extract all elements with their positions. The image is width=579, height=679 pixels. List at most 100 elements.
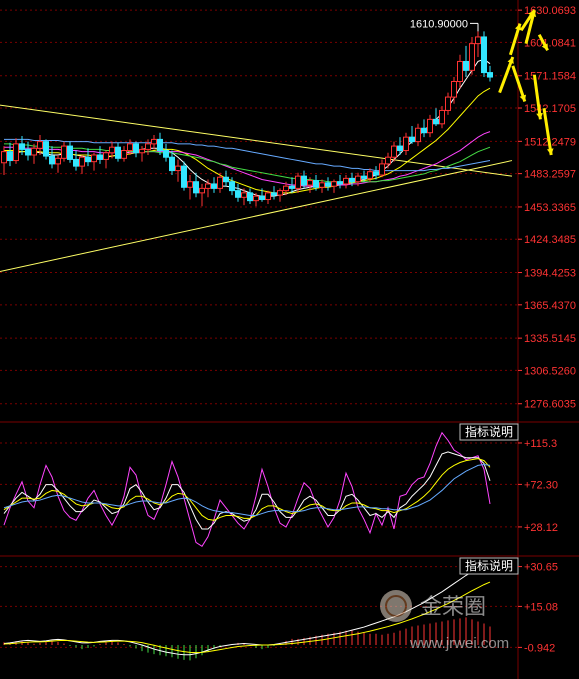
candle-up xyxy=(1,151,7,164)
candle-down xyxy=(67,145,73,160)
candle-down xyxy=(163,150,169,158)
candle-up xyxy=(445,96,451,111)
candle-up xyxy=(283,185,289,192)
candle-up xyxy=(319,182,325,188)
candle-down xyxy=(481,36,487,74)
indicator2-hint: 指标说明 xyxy=(465,558,513,573)
candle-down xyxy=(289,185,295,189)
y-tick-label: 1542.1705 xyxy=(524,103,576,115)
indicator1-line xyxy=(3,463,491,516)
indicator1-hint: 指标说明 xyxy=(465,424,513,439)
candle-up xyxy=(403,136,409,152)
candle-up xyxy=(415,127,421,143)
candle-up xyxy=(265,192,271,201)
price-axis: 1630.06931601.08411571.15841542.17051512… xyxy=(518,5,576,654)
candle-down xyxy=(7,151,13,162)
candle-down xyxy=(421,127,427,134)
candle-up xyxy=(367,171,373,179)
candle-up xyxy=(307,180,313,186)
candle-up xyxy=(427,118,433,134)
watermark-url: www.jrwei.com xyxy=(409,635,509,652)
price-panel: 1610.90000 xyxy=(0,18,513,272)
candle-up xyxy=(391,145,397,158)
candle-down xyxy=(313,180,319,188)
candle-down xyxy=(193,181,199,194)
candle-up xyxy=(199,187,205,194)
indicator1-panel: 指标说明 xyxy=(3,423,519,547)
y-tick-label: 1601.0841 xyxy=(524,37,576,49)
candle-up xyxy=(343,177,349,185)
candle-up xyxy=(439,109,445,125)
candle-down xyxy=(229,181,235,192)
candle-up xyxy=(451,80,457,98)
y-tick-label: +72.30 xyxy=(524,479,558,491)
candle-down xyxy=(247,192,253,202)
candle-down xyxy=(169,156,175,172)
watermark-logo xyxy=(380,590,412,622)
candle-up xyxy=(241,192,247,198)
y-tick-label: +115.3 xyxy=(524,438,557,450)
y-tick-label: 1306.5260 xyxy=(524,365,576,377)
candle-up xyxy=(457,60,463,82)
max-price-label: 1610.90000 xyxy=(410,18,468,30)
candle-up xyxy=(121,150,127,159)
candle-down xyxy=(49,155,55,165)
candle-up xyxy=(475,36,481,45)
y-tick-label: 1276.6035 xyxy=(524,399,576,411)
candle-down xyxy=(373,171,379,176)
y-tick-label: +30.65 xyxy=(524,562,558,574)
candle-down xyxy=(463,60,469,71)
indicator1-line xyxy=(3,458,491,521)
candle-up xyxy=(205,183,211,189)
chart-canvas: 1610.90000 指标说明 指标说明 1630.06931601.08411… xyxy=(0,0,579,679)
candle-down xyxy=(211,183,217,189)
candle-down xyxy=(397,145,403,152)
candle-down xyxy=(25,148,31,156)
y-tick-label: 1424.3485 xyxy=(524,234,576,246)
candle-up xyxy=(379,163,385,176)
candle-up xyxy=(145,143,151,150)
candle-up xyxy=(79,156,85,167)
y-tick-label: 1453.3365 xyxy=(524,202,576,214)
candle-up xyxy=(61,145,67,159)
y-tick-label: 1394.4253 xyxy=(524,268,576,280)
candle-down xyxy=(271,192,277,196)
y-tick-label: 1365.4370 xyxy=(524,300,576,312)
y-tick-label: +15.08 xyxy=(524,601,558,613)
candle-down xyxy=(361,175,367,179)
y-tick-label: 1483.2597 xyxy=(524,169,576,181)
watermark-text: 金荣圈 xyxy=(420,594,486,619)
candle-down xyxy=(73,158,79,167)
candle-down xyxy=(181,165,187,188)
candle-up xyxy=(55,157,61,165)
candle-down xyxy=(349,177,355,183)
candle-up xyxy=(175,165,181,172)
y-tick-label: 1571.1584 xyxy=(524,71,576,83)
candle-up xyxy=(31,147,37,156)
candle-down xyxy=(43,141,49,157)
candle-up xyxy=(37,141,43,149)
candle-up xyxy=(151,138,157,145)
candle-down xyxy=(223,176,229,183)
candle-up xyxy=(103,152,109,160)
candle-down xyxy=(115,146,121,159)
candle-up xyxy=(187,181,193,188)
candle-down xyxy=(97,154,103,160)
y-tick-label: -0.942 xyxy=(524,642,555,654)
grid xyxy=(0,0,579,679)
candle-down xyxy=(157,138,163,152)
chart-stage: 1610.90000 指标说明 指标说明 1630.0693 1601.0841 1… xyxy=(0,0,579,679)
candle-up xyxy=(355,175,361,183)
watermark: 金荣圈 www.jrwei.com xyxy=(380,590,509,652)
candle-up xyxy=(139,148,145,154)
candle-down xyxy=(19,143,25,150)
candle-up xyxy=(127,143,133,152)
candle-up xyxy=(469,43,475,71)
candle-down xyxy=(433,118,439,125)
candle-down xyxy=(259,195,265,201)
candle-down xyxy=(133,143,139,154)
y-tick-label: +28.12 xyxy=(524,522,558,534)
candle-down xyxy=(85,156,91,163)
candle-up xyxy=(331,181,337,187)
indicator1-line xyxy=(3,451,491,530)
